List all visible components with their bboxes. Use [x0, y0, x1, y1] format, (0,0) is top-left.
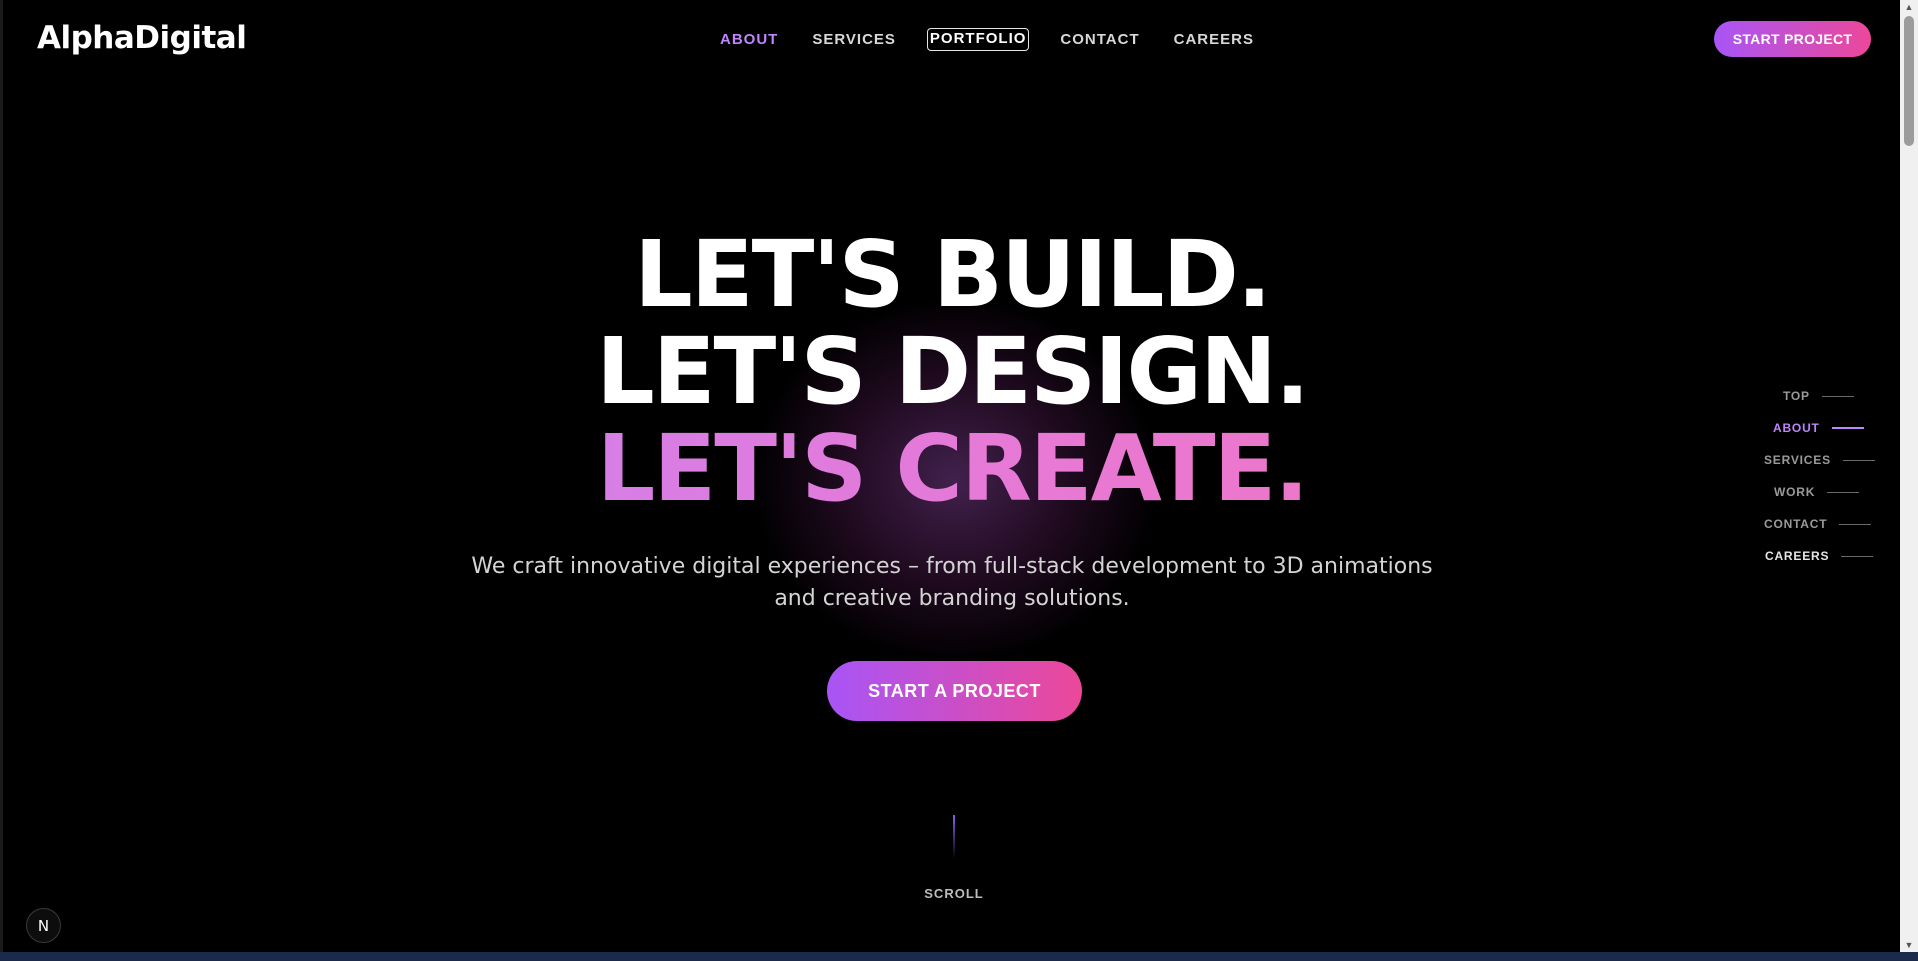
side-nav-label: SERVICES: [1764, 453, 1831, 467]
side-nav-dash: [1839, 523, 1872, 525]
scroll-label[interactable]: SCROLL: [903, 886, 1005, 901]
nav-portfolio[interactable]: PORTFOLIO: [926, 28, 1030, 51]
logo[interactable]: AlphaDigital: [37, 20, 247, 56]
scroll-indicator-line: [953, 815, 955, 859]
hero-headline: LET'S BUILD. LET'S DESIGN. LET'S CREATE.: [3, 226, 1898, 517]
site-header: AlphaDigital ABOUT SERVICES PORTFOLIO CO…: [3, 0, 1898, 80]
side-nav-label: WORK: [1774, 485, 1816, 499]
side-nav-dash: [1841, 555, 1874, 557]
nav-services[interactable]: SERVICES: [809, 28, 899, 51]
side-nav-dash: [1827, 491, 1860, 493]
nav-contact[interactable]: CONTACT: [1057, 28, 1142, 51]
side-nav-careers[interactable]: CAREERS: [1765, 549, 1874, 563]
hero-section: LET'S BUILD. LET'S DESIGN. LET'S CREATE.: [3, 226, 1898, 517]
hero-subtitle: We craft innovative digital experiences …: [3, 551, 1898, 615]
vertical-scrollbar[interactable]: ▲ ▼: [1900, 0, 1918, 952]
scrollbar-thumb[interactable]: [1904, 16, 1914, 146]
page-viewport: AlphaDigital ABOUT SERVICES PORTFOLIO CO…: [0, 0, 1898, 952]
triangle-up-icon[interactable]: ▲: [1900, 0, 1918, 14]
dev-tools-badge[interactable]: N: [26, 908, 61, 943]
side-nav-dash: [1842, 459, 1875, 461]
taskbar-edge: [0, 952, 1918, 961]
start-project-button[interactable]: START PROJECT: [1714, 21, 1871, 57]
main-nav: ABOUT SERVICES PORTFOLIO CONTACT CAREERS: [717, 28, 1271, 51]
side-nav-contact[interactable]: CONTACT: [1764, 517, 1872, 531]
headline-line-create: LET'S CREATE.: [3, 420, 1898, 517]
side-nav-label: ABOUT: [1773, 421, 1820, 435]
headline-line-design: LET'S DESIGN.: [596, 318, 1310, 425]
side-nav-about[interactable]: ABOUT: [1773, 421, 1864, 435]
side-nav-label: CONTACT: [1764, 517, 1828, 531]
subtitle-line-2: and creative branding solutions.: [774, 586, 1130, 611]
side-nav-dash: [1831, 427, 1864, 429]
nav-about[interactable]: ABOUT: [717, 28, 781, 51]
nav-careers[interactable]: CAREERS: [1171, 28, 1257, 51]
side-nav-work[interactable]: WORK: [1774, 485, 1860, 499]
triangle-down-icon[interactable]: ▼: [1900, 938, 1918, 952]
side-nav-label: TOP: [1783, 389, 1810, 403]
side-nav-dash: [1821, 395, 1854, 397]
start-a-project-button[interactable]: START A PROJECT: [827, 661, 1082, 721]
side-nav-services[interactable]: SERVICES: [1764, 453, 1875, 467]
side-nav-label: CAREERS: [1765, 549, 1830, 563]
subtitle-line-1: We craft innovative digital experiences …: [471, 554, 1433, 579]
headline-line-build: LET'S BUILD.: [634, 221, 1272, 328]
side-nav-top[interactable]: TOP: [1783, 389, 1854, 403]
